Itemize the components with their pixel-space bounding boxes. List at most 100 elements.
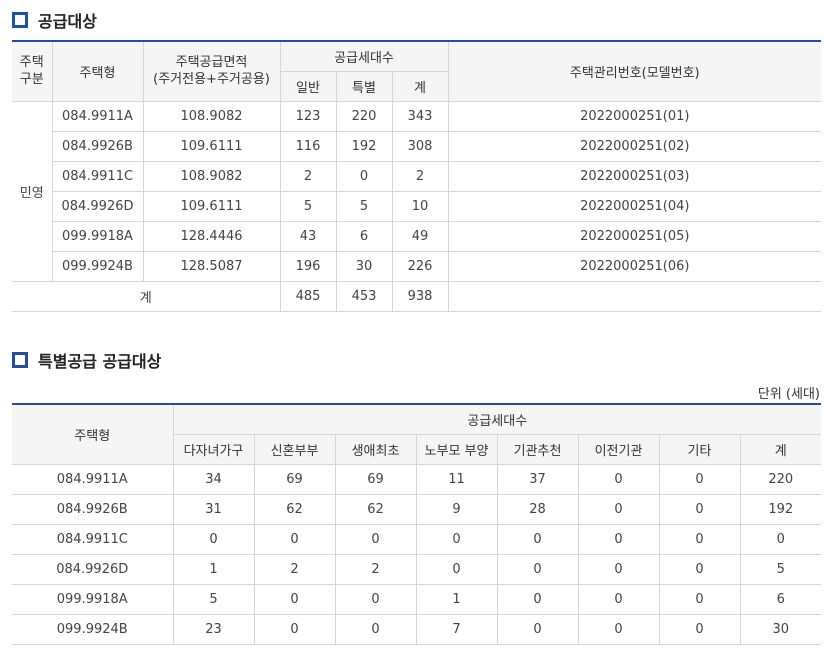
cell-area: 128.5087: [142, 250, 281, 282]
cell-total: 308: [391, 130, 449, 162]
sum-general: 485: [279, 280, 337, 312]
header-mgmt: 주택관리번호(모델번호): [447, 40, 822, 102]
table-row: 099.9924B 23 0 0 7 0 0 0 30: [12, 613, 822, 645]
cell-value: 62: [334, 493, 417, 525]
header-col: 이전기관: [577, 433, 660, 465]
cell-special: 220: [335, 100, 393, 132]
header-units: 공급세대수: [279, 40, 449, 72]
table-row: 민영 084.9911A 108.9082 123 220 343 2022000251(0…: [12, 100, 822, 282]
section-special-title: 특별공급 공급대상: [12, 348, 161, 372]
table-row: 084.9926B 109.6111 116 192 308 2022000251(02): [12, 130, 822, 162]
cell-value: 9: [415, 493, 498, 525]
header-units: 공급세대수: [172, 403, 822, 435]
category-cell: 민영: [12, 100, 53, 282]
cell-value: 0: [334, 613, 417, 645]
cell-value: 0: [253, 583, 336, 615]
cell-value: 0: [253, 523, 336, 555]
cell-value: 0: [577, 523, 660, 555]
header-special: 특별: [335, 70, 393, 102]
header-col: 생애최초: [334, 433, 417, 465]
header-general: 일반: [280, 70, 337, 102]
header-type: 주택형: [12, 403, 174, 465]
cell-value: 0: [415, 553, 498, 585]
cell-area: 108.9082: [142, 100, 281, 132]
cell-value: 28: [496, 493, 579, 525]
cell-value: 69: [253, 463, 336, 495]
cell-type: 084.9926B: [52, 130, 144, 162]
cell-value: 30: [739, 613, 822, 645]
cell-value: 192: [739, 493, 822, 525]
cell-value: 0: [658, 493, 741, 525]
cell-special: 6: [335, 220, 393, 252]
cell-value: 0: [577, 553, 660, 585]
cell-value: 0: [334, 583, 417, 615]
header-col: 신혼부부: [253, 433, 336, 465]
cell-value: 1: [172, 553, 255, 585]
cell-value: 5: [739, 553, 822, 585]
cell-type: 084.9911A: [51, 100, 144, 132]
square-bullet-icon: [12, 352, 28, 368]
cell-type: 099.9924B: [12, 613, 174, 645]
cell-value: 2: [253, 553, 336, 585]
cell-value: 0: [658, 523, 741, 555]
header-col: 다자녀가구: [173, 433, 255, 465]
cell-type: 084.9926D: [52, 190, 144, 222]
cell-type: 084.9911C: [12, 523, 174, 555]
cell-general: 196: [279, 250, 337, 282]
cell-special: 30: [335, 250, 393, 282]
cell-value: 0: [658, 553, 741, 585]
cell-type: 084.9926B: [12, 493, 174, 525]
cell-value: 0: [496, 613, 579, 645]
cell-special: 5: [335, 190, 393, 222]
cell-mgmt: 2022000251(02): [447, 130, 822, 162]
table-row: 084.9926D 1 2 2 0 0 0 0 5: [12, 553, 822, 585]
cell-value: 2: [334, 553, 417, 585]
cell-value: 1: [415, 583, 498, 615]
header-col: 노부모 부양: [415, 433, 498, 465]
cell-value: 0: [658, 463, 741, 495]
cell-mgmt: 2022000251(05): [447, 220, 822, 252]
table-row: 084.9911C 0 0 0 0 0 0 0 0: [12, 523, 822, 555]
cell-value: 0: [496, 583, 579, 615]
cell-type: 084.9926D: [12, 553, 174, 585]
cell-type: 099.9924B: [52, 250, 144, 282]
cell-value: 220: [739, 463, 822, 495]
supply-table: 주택 구분 주택형 주택공급면적 (주거전용+주거공용) 공급세대수 주택관리번호(…: [12, 40, 822, 312]
cell-value: 62: [253, 493, 336, 525]
cell-value: 34: [172, 463, 255, 495]
cell-special: 192: [335, 130, 393, 162]
cell-general: 123: [279, 100, 337, 132]
cell-value: 0: [172, 523, 255, 555]
cell-value: 0: [334, 523, 417, 555]
cell-special: 0: [335, 160, 393, 192]
cell-value: 0: [577, 583, 660, 615]
cell-value: 31: [172, 493, 255, 525]
section-supply-title: 공급대상: [12, 8, 97, 32]
cell-total: 49: [391, 220, 449, 252]
cell-total: 226: [391, 250, 449, 282]
cell-value: 6: [739, 583, 822, 615]
cell-mgmt: 2022000251(03): [447, 160, 822, 192]
cell-general: 2: [279, 160, 337, 192]
cell-total: 10: [391, 190, 449, 222]
cell-area: 109.6111: [142, 130, 281, 162]
cell-value: 0: [496, 553, 579, 585]
cell-mgmt: 2022000251(06): [447, 250, 822, 282]
square-bullet-icon: [12, 12, 28, 28]
cell-value: 0: [496, 523, 579, 555]
header-col: 기관추천: [496, 433, 579, 465]
table-row: 099.9918A 128.4446 43 6 49 2022000251(05): [12, 220, 822, 252]
cell-value: 0: [658, 613, 741, 645]
cell-type: 099.9918A: [12, 583, 174, 615]
cell-value: 0: [415, 523, 498, 555]
header-type: 주택형: [51, 40, 144, 102]
cell-total: 2: [391, 160, 449, 192]
cell-value: 0: [577, 463, 660, 495]
header-total: 계: [391, 70, 449, 102]
table-row: 084.9926B 31 62 62 9 28 0 0 192: [12, 493, 822, 525]
cell-value: 0: [253, 613, 336, 645]
cell-type: 084.9911C: [52, 160, 144, 192]
header-area: 주택공급면적 (주거전용+주거공용): [142, 40, 281, 102]
cell-value: 0: [577, 493, 660, 525]
sum-special: 453: [335, 280, 393, 312]
